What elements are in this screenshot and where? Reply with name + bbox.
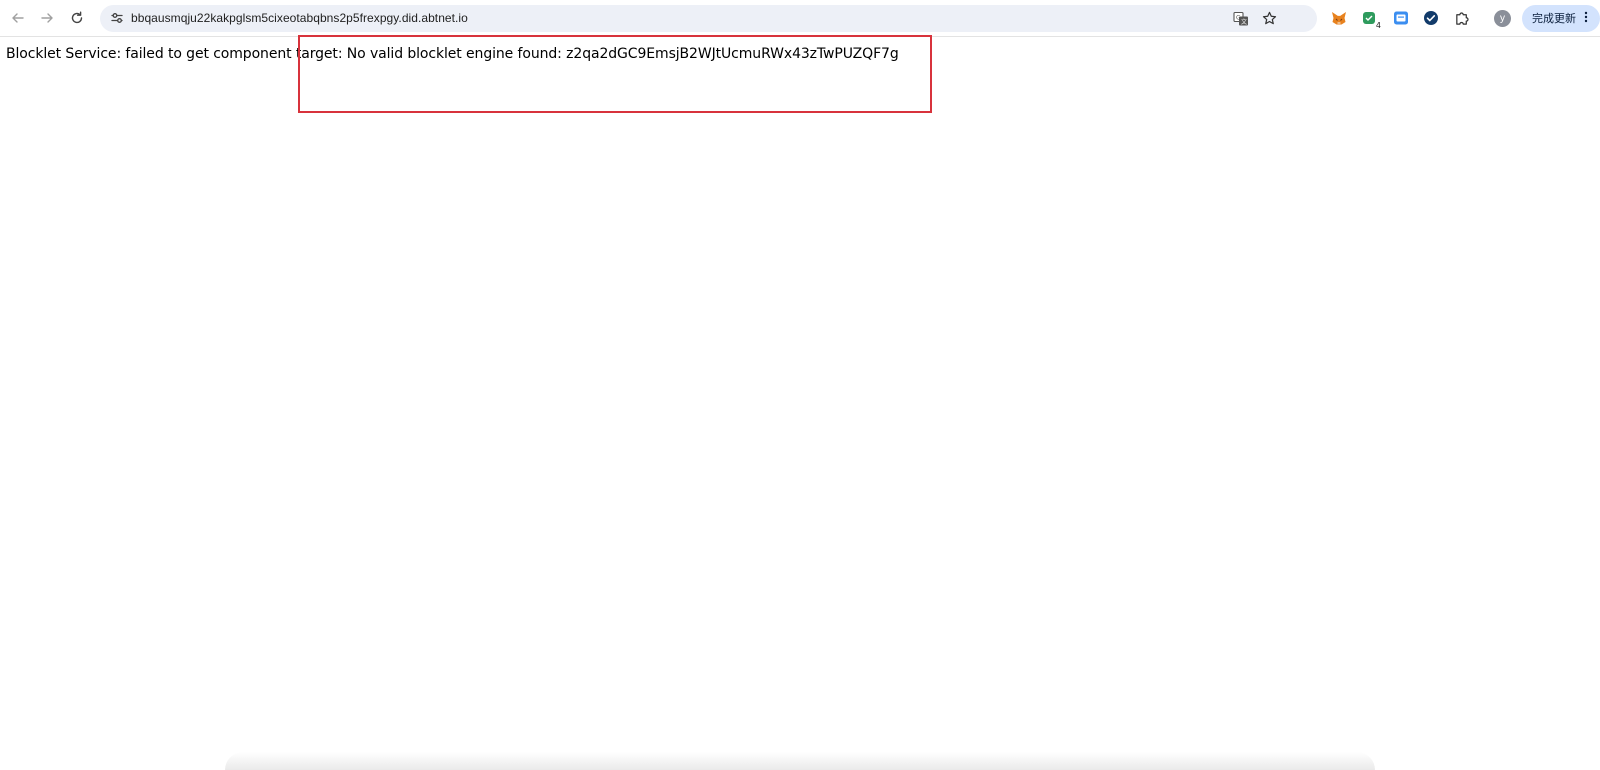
extension-badge: 4 (1374, 21, 1382, 30)
update-label: 完成更新 (1532, 12, 1576, 25)
bottom-shadow (225, 752, 1375, 770)
highlight-box (298, 35, 932, 113)
translate-button[interactable]: G 文 (1230, 8, 1251, 29)
extensions-menu-button[interactable] (1451, 7, 1473, 29)
site-info-icon (111, 13, 123, 23)
site-info-button[interactable] (106, 7, 128, 29)
url-text[interactable]: bbqausmqju22kakpglsm5cixeotabqbns2p5frex… (131, 11, 468, 25)
puzzle-icon (1455, 11, 1469, 25)
fox-extension-icon (1332, 12, 1346, 25)
translate-icon: G 文 (1232, 11, 1248, 25)
svg-text:文: 文 (1241, 17, 1247, 25)
back-button[interactable] (6, 6, 30, 30)
star-icon (1262, 11, 1277, 25)
arrow-left-icon (12, 13, 24, 23)
update-button[interactable]: 完成更新 (1522, 5, 1600, 32)
fox-extension-button[interactable] (1328, 7, 1350, 29)
browser-toolbar: bbqausmqju22kakpglsm5cixeotabqbns2p5frex… (0, 0, 1600, 37)
blue-square-extension-button[interactable] (1390, 7, 1412, 29)
blue-square-extension-icon (1394, 11, 1408, 25)
reload-icon (71, 11, 83, 24)
bookmark-button[interactable] (1259, 8, 1280, 29)
forward-button[interactable] (35, 6, 59, 30)
check-circle-extension-icon (1424, 11, 1438, 25)
arrow-right-icon (41, 13, 53, 23)
address-bar[interactable]: bbqausmqju22kakpglsm5cixeotabqbns2p5frex… (100, 5, 1317, 32)
green-extension-button[interactable]: 4 (1359, 7, 1382, 30)
profile-avatar[interactable]: y (1494, 10, 1511, 27)
check-circle-extension-button[interactable] (1420, 7, 1442, 29)
reload-button[interactable] (65, 6, 89, 30)
more-vert-icon (1584, 11, 1587, 23)
